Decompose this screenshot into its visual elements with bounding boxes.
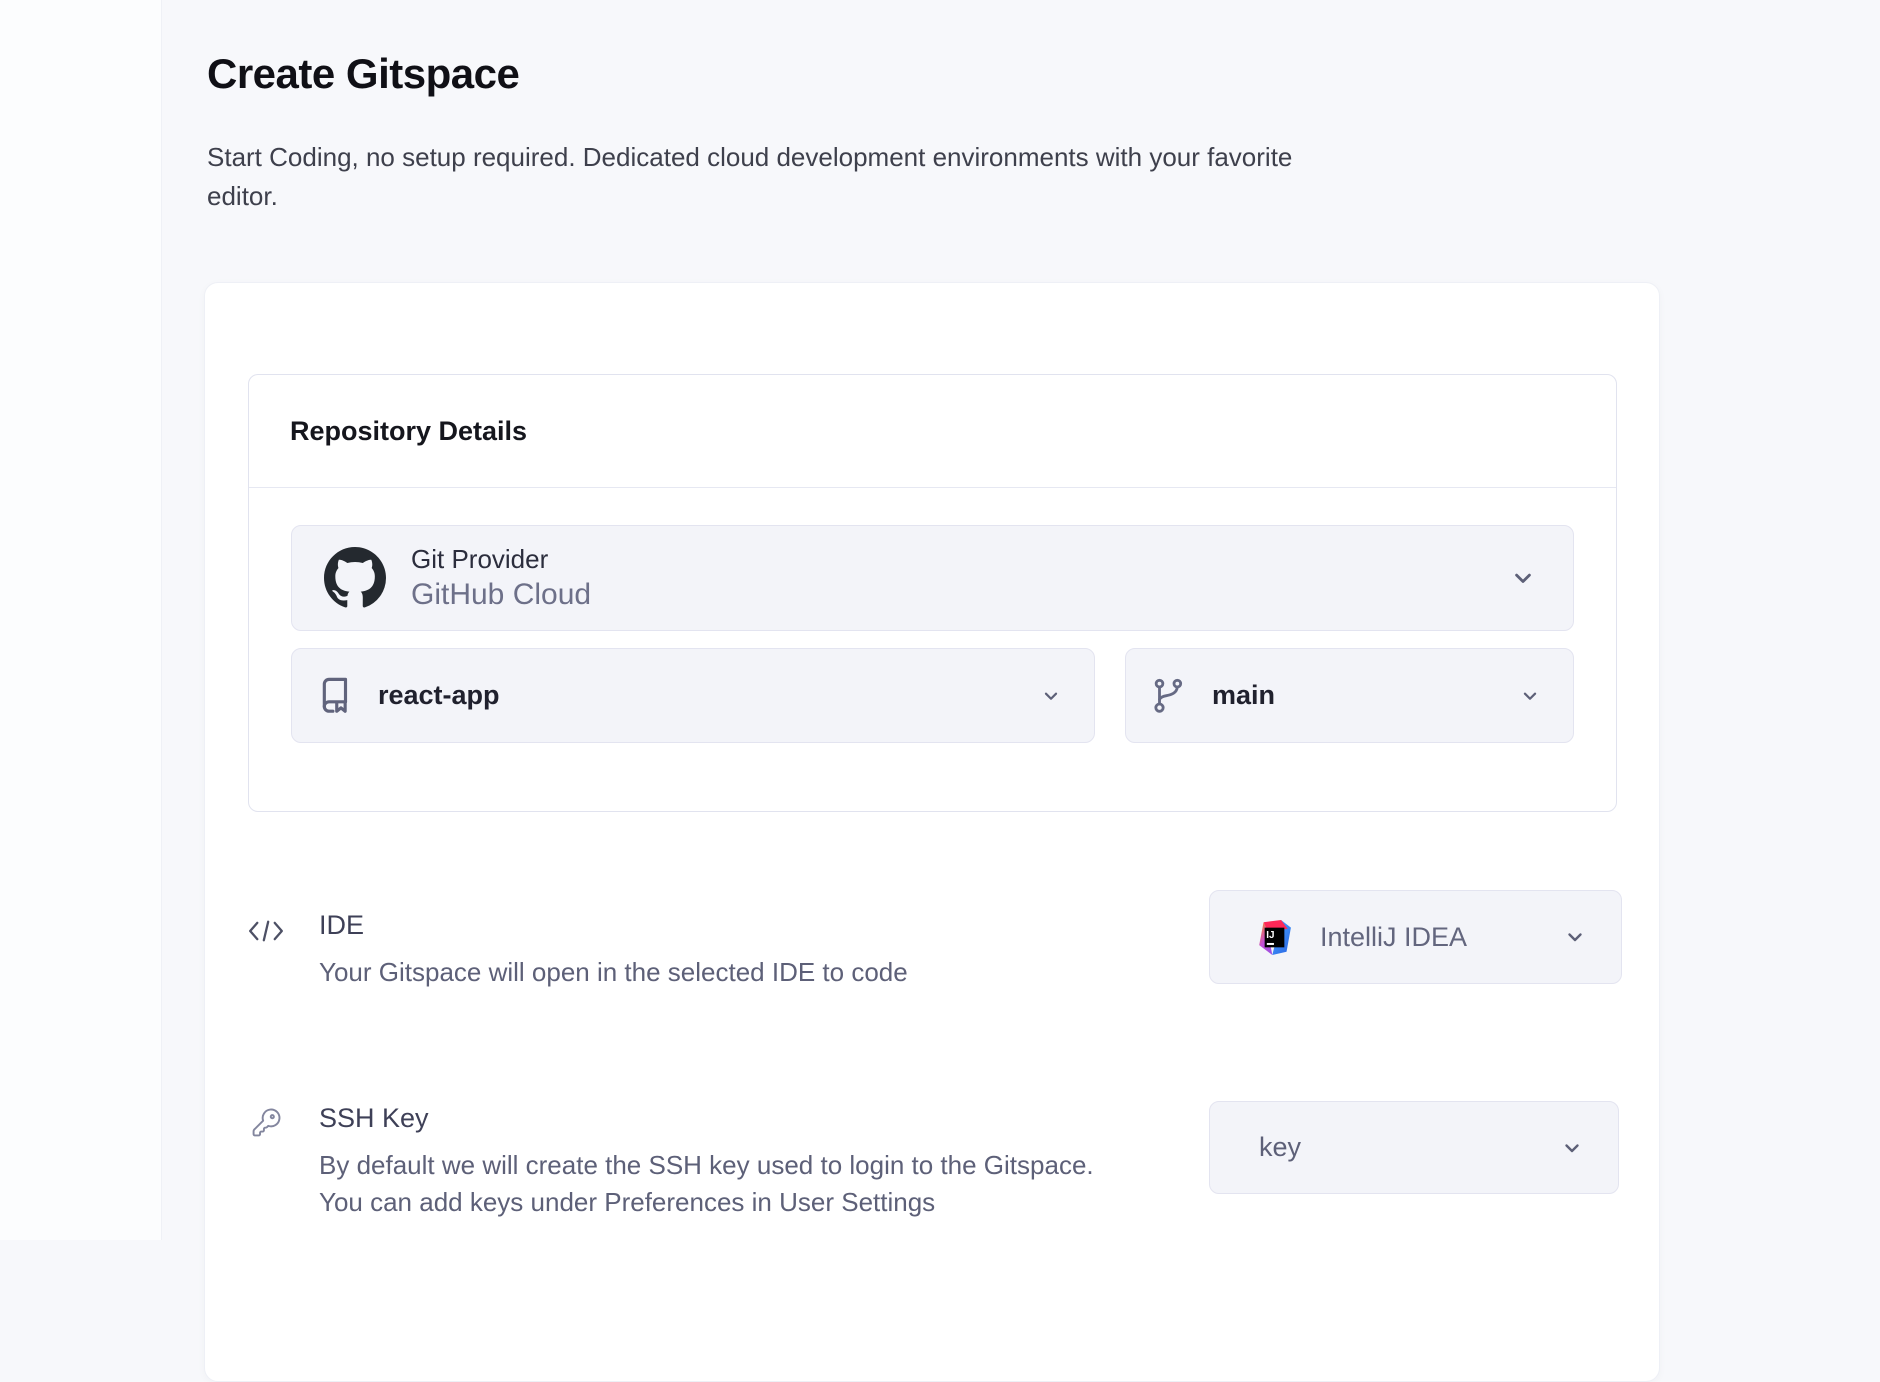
chevron-down-icon [1563,925,1587,949]
page-subtitle-line: Start Coding, no setup required. Dedicat… [207,138,1292,177]
chevron-down-icon [1509,564,1537,592]
create-gitspace-page: Create Gitspace Start Coding, no setup r… [0,0,1880,1240]
repository-details-title: Repository Details [290,416,527,447]
ssh-key-field: SSH Key By default we will create the SS… [319,1103,1094,1221]
ssh-key-select[interactable]: key [1209,1101,1619,1194]
branch-select-value: main [1212,680,1275,711]
svg-text:IJ: IJ [1266,930,1274,941]
ssh-key-description: By default we will create the SSH key us… [319,1147,1094,1221]
repo-branch-row: react-app [291,648,1574,743]
ide-description: Your Gitspace will open in the selected … [319,954,908,991]
repository-select[interactable]: react-app [291,648,1095,743]
git-branch-icon [1150,676,1190,716]
git-provider-label: Git Provider [411,543,591,575]
branch-select[interactable]: main [1125,648,1574,743]
repository-details-body: Git Provider GitHub Cloud [249,488,1616,743]
ide-select-value: IntelliJ IDEA [1320,922,1467,953]
ide-select[interactable]: IJ IntelliJ IDEA [1209,890,1622,984]
repository-details-header: Repository Details [249,375,1616,488]
chevron-down-icon [1560,1136,1584,1160]
repository-details-card: Repository Details Git Provider GitHub C… [248,374,1617,812]
git-provider-text: Git Provider GitHub Cloud [411,543,591,613]
repository-select-value: react-app [378,680,500,711]
ssh-key-label: SSH Key [319,1103,1094,1134]
ide-label: IDE [319,910,908,941]
ssh-key-select-value: key [1259,1132,1301,1163]
code-icon [247,919,285,943]
intellij-idea-logo: IJ [1257,920,1292,955]
chevron-down-icon [1519,685,1541,707]
page-subtitle-line: editor. [207,177,1292,216]
chevron-down-icon [1040,685,1062,707]
left-nav-strip [0,0,162,1240]
key-icon [251,1107,282,1138]
git-provider-select[interactable]: Git Provider GitHub Cloud [291,525,1574,631]
git-provider-value: GitHub Cloud [411,576,591,613]
ssh-key-description-line: By default we will create the SSH key us… [319,1147,1094,1184]
page-title: Create Gitspace [207,50,519,98]
ide-field: IDE Your Gitspace will open in the selec… [319,910,908,991]
repo-icon [314,675,356,717]
page-subtitle: Start Coding, no setup required. Dedicat… [207,138,1292,216]
gitspace-form-card: Repository Details Git Provider GitHub C… [204,282,1660,1382]
ssh-key-description-line: You can add keys under Preferences in Us… [319,1184,1094,1221]
github-icon [324,547,386,609]
